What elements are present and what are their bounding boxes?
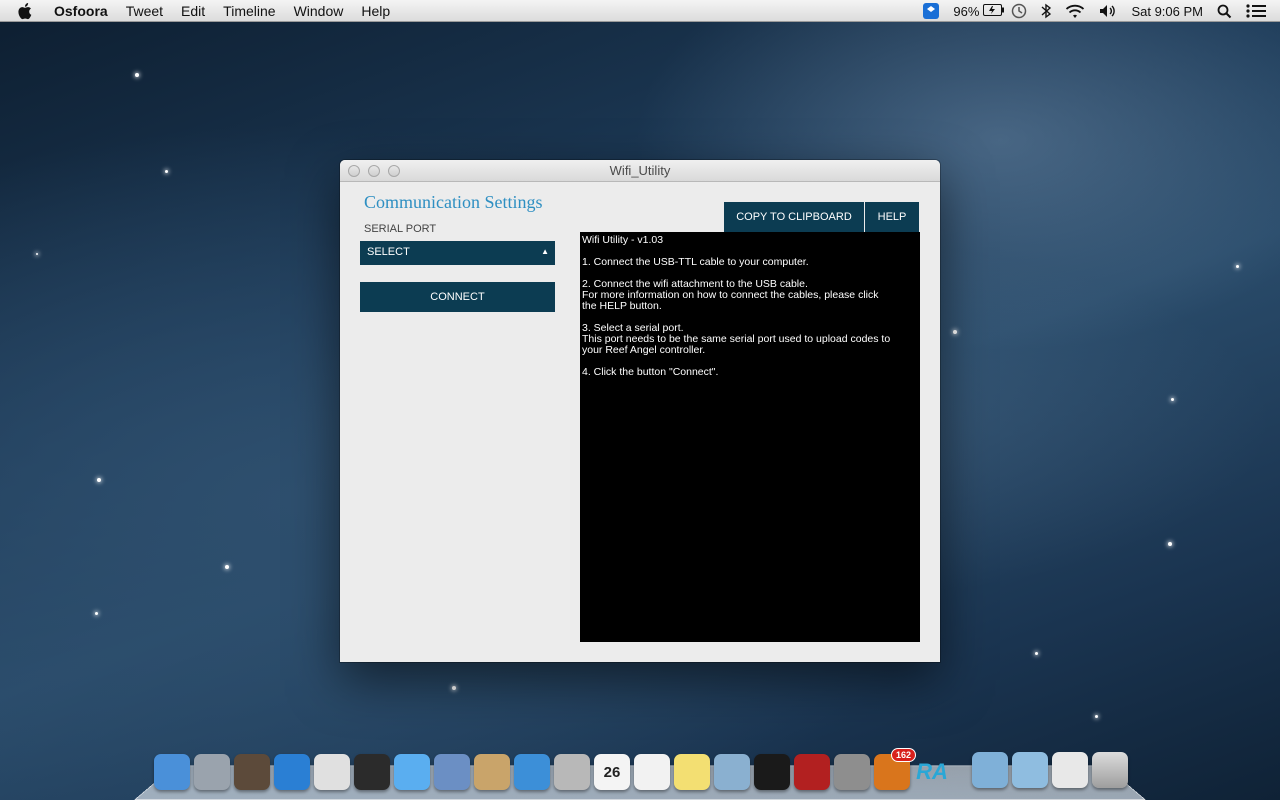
applications-folder-icon[interactable] [972, 752, 1008, 788]
trash-icon[interactable] [1092, 752, 1128, 788]
notification-center-icon[interactable] [1246, 4, 1266, 18]
title-bar[interactable]: Wifi_Utility [340, 160, 940, 182]
menu-edit[interactable]: Edit [181, 3, 205, 19]
calendar-icon[interactable]: 26 [594, 754, 630, 790]
star [165, 170, 168, 173]
downloads-stack-icon[interactable] [1052, 752, 1088, 788]
finder-icon[interactable] [154, 754, 190, 790]
serial-port-select-value: SELECT [367, 246, 410, 258]
star [36, 253, 38, 255]
star [1171, 398, 1174, 401]
window-title: Wifi_Utility [609, 163, 671, 178]
battery-percent: 96% [953, 3, 980, 19]
console-line: the HELP button. [582, 300, 662, 312]
itunes-icon[interactable] [514, 754, 550, 790]
clock[interactable]: Sat 9:06 PM [1131, 4, 1203, 19]
mail-stamp-icon[interactable] [434, 754, 470, 790]
apple-menu-icon[interactable] [18, 2, 40, 20]
wifi-utility-window: Wifi_Utility Communication Settings SERI… [340, 160, 940, 662]
launchpad-icon[interactable] [194, 754, 230, 790]
copy-to-clipboard-button[interactable]: COPY TO CLIPBOARD [724, 202, 864, 232]
battery-status[interactable]: 96% [953, 3, 1005, 19]
communication-settings-heading: Communication Settings [364, 192, 543, 212]
notes-icon[interactable] [674, 754, 710, 790]
menu-timeline[interactable]: Timeline [223, 3, 275, 19]
system-preferences-icon[interactable] [834, 754, 870, 790]
dropbox-icon[interactable] [923, 3, 940, 19]
star [1035, 652, 1038, 655]
star [1095, 715, 1098, 718]
bluetooth-icon[interactable] [1041, 3, 1052, 19]
notification-badge: 162 [890, 748, 916, 762]
console-line: 4. Click the button "Connect". [582, 366, 719, 378]
star [452, 686, 456, 690]
terminal-icon[interactable] [754, 754, 790, 790]
console-line: 1. Connect the USB-TTL cable to your com… [582, 256, 809, 268]
chevron-up-icon: ▲ [541, 247, 549, 256]
star [135, 73, 139, 77]
menu-help[interactable]: Help [361, 3, 390, 19]
menu-tweet[interactable]: Tweet [126, 3, 163, 19]
help-button[interactable]: HELP [865, 202, 919, 232]
reef-angel-icon[interactable]: RA [914, 754, 950, 790]
star [953, 330, 957, 334]
photo-booth-icon[interactable] [234, 754, 270, 790]
star [1168, 542, 1172, 546]
star [225, 565, 229, 569]
preview-icon[interactable] [714, 754, 750, 790]
star [95, 612, 98, 615]
console-output[interactable]: Wifi Utility - v1.03 1. Connect the USB-… [580, 232, 920, 642]
spotlight-search-icon[interactable] [1217, 4, 1232, 19]
dashboard-icon[interactable] [354, 754, 390, 790]
battery-icon [983, 3, 1005, 19]
reminders-icon[interactable] [634, 754, 670, 790]
app-menu[interactable]: Osfoora [54, 3, 108, 19]
contacts-icon[interactable] [474, 754, 510, 790]
star [97, 478, 101, 482]
calculator-icon[interactable] [554, 754, 590, 790]
dock: 26 162 RA [154, 748, 954, 790]
photo-booth-red-icon[interactable] [794, 754, 830, 790]
menubar: Osfoora Tweet Edit Timeline Window Help … [0, 0, 1280, 22]
connect-button[interactable]: CONNECT [360, 282, 555, 312]
dock-right-group [972, 752, 1132, 788]
time-machine-icon[interactable] [1011, 3, 1027, 19]
serial-port-label: SERIAL PORT [364, 223, 437, 235]
console-line: Wifi Utility - v1.03 [582, 234, 664, 246]
app-store-icon[interactable] [274, 754, 310, 790]
console-line: your Reef Angel controller. [582, 344, 706, 356]
serial-port-select[interactable]: SELECT ▲ [360, 241, 555, 265]
documents-folder-icon[interactable] [1012, 752, 1048, 788]
volume-icon[interactable] [1099, 4, 1117, 18]
star [1236, 265, 1239, 268]
osfoora-bird-icon[interactable]: 162 [874, 748, 916, 790]
chrome-icon[interactable] [314, 754, 350, 790]
messages-icon[interactable] [394, 754, 430, 790]
menu-window[interactable]: Window [294, 3, 344, 19]
wifi-icon[interactable] [1065, 4, 1085, 19]
